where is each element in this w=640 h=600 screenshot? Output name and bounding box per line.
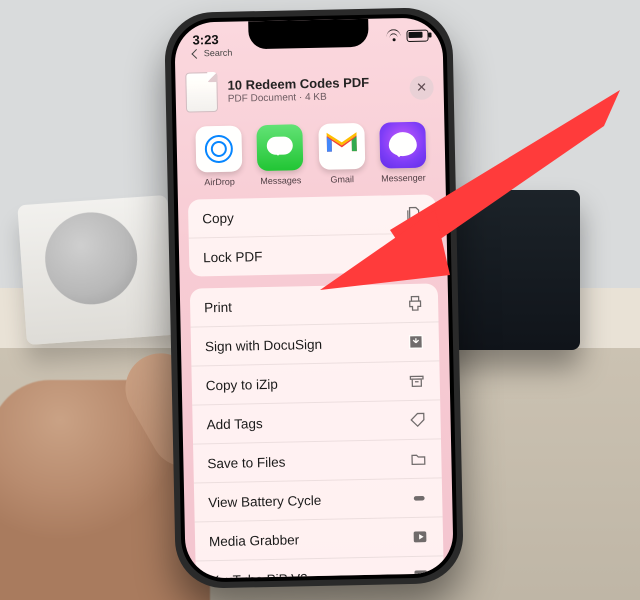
folder-icon [409, 450, 427, 468]
download-box-icon [407, 333, 425, 351]
gmail-icon [318, 123, 365, 170]
document-info: 10 Redeem Codes PDF PDF Document · 4 KB [227, 74, 400, 105]
action-group: Print Sign with DocuSign Copy to iZip Add T… [190, 283, 445, 578]
lock-icon [405, 244, 423, 262]
share-app-label: Gmail [330, 174, 354, 184]
action-group: Copy Lock PDF [188, 194, 438, 276]
action-label: Copy [202, 210, 234, 226]
share-apps-row: AirDrop Messages Gmail Messenger [184, 121, 437, 187]
status-time: 3:23 [192, 32, 218, 48]
battery-icon [406, 30, 428, 42]
airdrop-icon [195, 125, 242, 172]
back-to-search[interactable]: Search [193, 48, 233, 59]
action-print[interactable]: Print [190, 283, 439, 326]
action-save-to-files[interactable]: Save to Files [193, 438, 442, 482]
action-lock-pdf[interactable]: Lock PDF [189, 232, 438, 276]
action-view-battery-cycle[interactable]: View Battery Cycle [194, 477, 443, 521]
iphone-device: 3:23 Search 10 Redeem Codes PDF PDF Docu… [164, 7, 464, 589]
archive-icon [408, 372, 426, 390]
action-label: Sign with DocuSign [205, 336, 322, 353]
document-subtitle: PDF Document · 4 KB [228, 90, 400, 106]
action-label: Media Grabber [209, 532, 299, 549]
messenger-icon [379, 122, 426, 169]
action-label: Save to Files [207, 454, 285, 471]
action-label: Print [204, 299, 232, 315]
phone-screen: 3:23 Search 10 Redeem Codes PDF PDF Docu… [174, 17, 454, 578]
share-app-label: Messenger [381, 173, 426, 184]
pill-icon [410, 489, 428, 507]
action-media-grabber[interactable]: Media Grabber [195, 516, 444, 560]
wifi-icon [386, 31, 400, 41]
messages-icon [257, 124, 304, 171]
media-square-icon [411, 528, 429, 546]
share-app-messages[interactable]: Messages [254, 124, 307, 186]
photo-scene: 3:23 Search 10 Redeem Codes PDF PDF Docu… [0, 0, 640, 600]
notch [248, 19, 369, 50]
action-label: Copy to iZip [206, 376, 278, 393]
printer-icon [406, 294, 424, 312]
action-sign-with-docusign[interactable]: Sign with DocuSign [191, 321, 440, 365]
action-label: View Battery Cycle [208, 492, 321, 509]
share-app-gmail[interactable]: Gmail [315, 123, 368, 185]
airtag-box [17, 195, 176, 345]
action-copy[interactable]: Copy [188, 194, 437, 237]
close-button[interactable]: ✕ [409, 75, 433, 99]
tag-icon [408, 411, 426, 429]
share-sheet-header: 10 Redeem Codes PDF PDF Document · 4 KB … [185, 67, 434, 112]
action-copy-to-izip[interactable]: Copy to iZip [191, 360, 440, 404]
share-app-airdrop[interactable]: AirDrop [192, 125, 245, 187]
action-label: Add Tags [206, 416, 262, 432]
close-icon: ✕ [416, 80, 427, 96]
share-app-messenger[interactable]: Messenger [376, 122, 429, 184]
status-right [386, 30, 428, 43]
share-app-label: AirDrop [204, 177, 235, 188]
action-add-tags[interactable]: Add Tags [192, 399, 441, 443]
share-app-label: Messages [260, 175, 301, 186]
document-thumbnail-icon [185, 72, 218, 113]
action-label: Lock PDF [203, 249, 263, 265]
copy-doc-icon [404, 205, 422, 223]
